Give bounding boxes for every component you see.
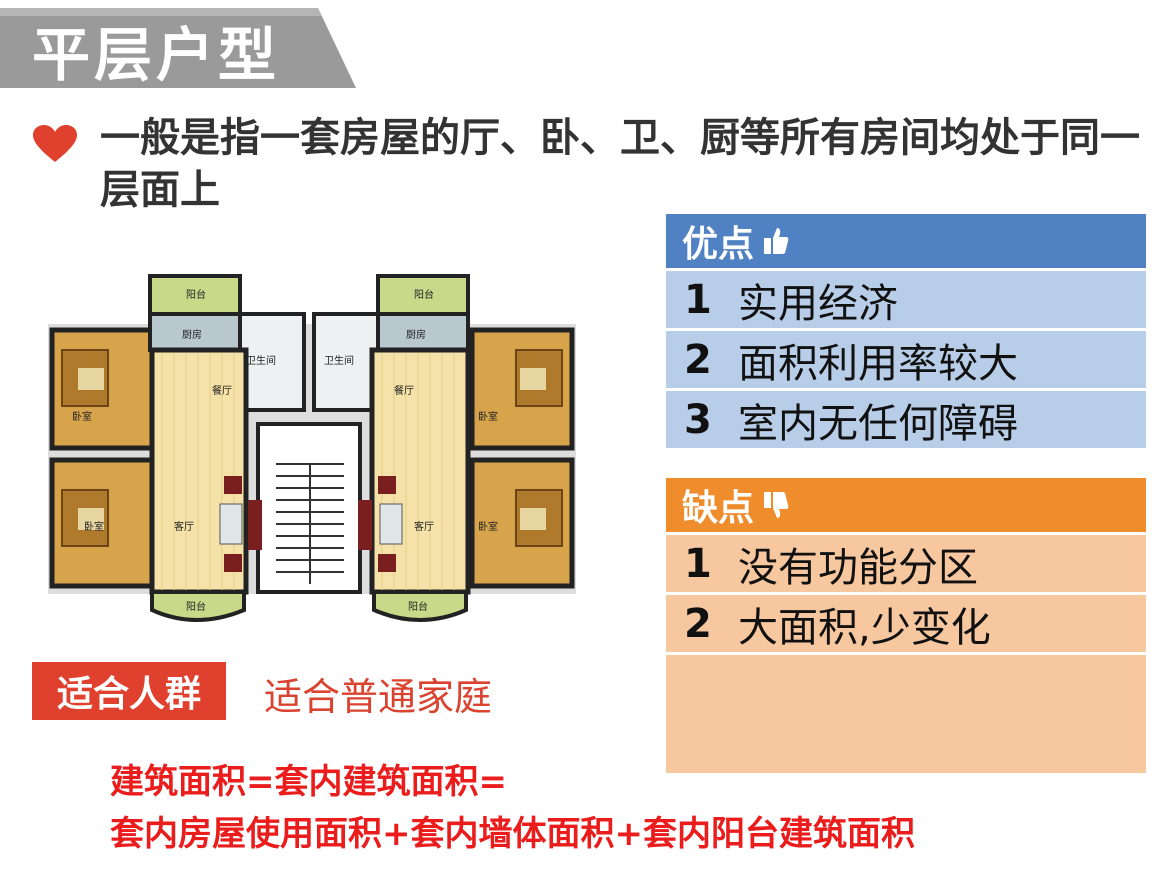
label-living-left: 客厅 <box>174 520 194 533</box>
label-dining-left: 餐厅 <box>212 384 232 397</box>
cons-item-num: 2 <box>684 600 712 647</box>
label-kitchen-left: 厨房 <box>182 328 202 341</box>
cons-panel: 缺点 1 没有功能分区 2 大面积,少变化 <box>666 478 1146 773</box>
pros-panel: 优点 1 实用经济 2 面积利用率较大 3 室内无任何障碍 <box>666 214 1146 448</box>
heart-icon <box>33 125 77 162</box>
label-bath-left: 卫生间 <box>246 354 276 367</box>
label-bedroom-br: 卧室 <box>478 520 498 533</box>
pros-item-2: 2 面积利用率较大 <box>666 328 1146 388</box>
label-balcony-bottom-right: 阳台 <box>408 600 428 613</box>
cons-item-text: 大面积,少变化 <box>738 604 991 651</box>
label-balcony-top-left: 阳台 <box>186 288 206 301</box>
target-value: 适合普通家庭 <box>264 675 493 719</box>
pros-item-3: 3 室内无任何障碍 <box>666 388 1146 448</box>
pros-item-num: 1 <box>684 276 712 323</box>
label-bedroom-bl: 卧室 <box>84 520 104 533</box>
intro-text: 一般是指一套房屋的厅、卧、卫、厨等所有房间均处于同一层面上 <box>100 115 1140 213</box>
label-living-right: 客厅 <box>414 520 434 533</box>
thumbs-up-icon <box>762 226 790 256</box>
pros-item-num: 2 <box>684 336 712 383</box>
title-banner: 平层户型 <box>0 0 360 96</box>
cons-item-2: 2 大面积,少变化 <box>666 592 1146 652</box>
cons-title: 缺点 <box>682 488 755 529</box>
label-dining-right: 餐厅 <box>394 384 414 397</box>
label-balcony-top-right: 阳台 <box>414 288 434 301</box>
cons-item-1: 1 没有功能分区 <box>666 532 1146 592</box>
pros-item-text: 面积利用率较大 <box>738 340 1018 387</box>
floorplan-image: 阳台 阳台 厨房 厨房 餐厅 餐厅 卧室 卧室 卧室 卧室 客厅 客厅 阳台 阳… <box>48 274 576 622</box>
pros-item-num: 3 <box>684 396 712 443</box>
cons-item-text: 没有功能分区 <box>738 544 978 591</box>
thumbs-down-icon <box>762 490 790 520</box>
label-bedroom-tr: 卧室 <box>478 410 498 423</box>
cons-header: 缺点 <box>666 478 1146 532</box>
label-balcony-bottom-left: 阳台 <box>186 600 206 613</box>
formula-line-1: 建筑面积=套内建筑面积= <box>110 762 507 802</box>
pros-title: 优点 <box>682 224 755 265</box>
pros-header: 优点 <box>666 214 1146 268</box>
label-kitchen-right: 厨房 <box>406 328 426 341</box>
label-bedroom-tl: 卧室 <box>72 410 92 423</box>
cons-item-num: 1 <box>684 540 712 587</box>
label-bath-right: 卫生间 <box>324 354 354 367</box>
page-title: 平层户型 <box>32 21 281 89</box>
pros-item-text: 实用经济 <box>738 280 898 327</box>
pros-item-text: 室内无任何障碍 <box>738 400 1018 447</box>
target-label: 适合人群 <box>32 662 226 720</box>
pros-item-1: 1 实用经济 <box>666 268 1146 328</box>
formula-line-2: 套内房屋使用面积+套内墙体面积+套内阳台建筑面积 <box>110 814 915 854</box>
